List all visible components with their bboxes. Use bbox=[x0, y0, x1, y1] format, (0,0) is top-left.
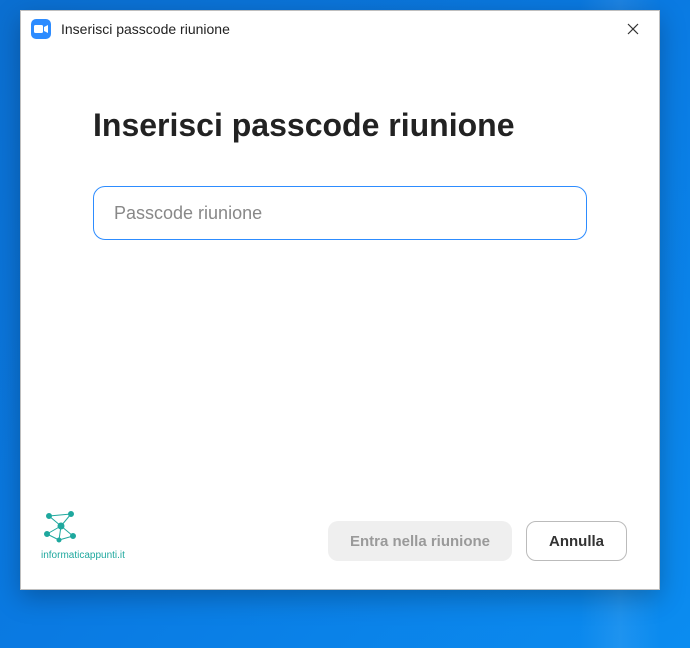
titlebar: Inserisci passcode riunione bbox=[21, 11, 659, 47]
close-button[interactable] bbox=[615, 11, 651, 47]
window-title: Inserisci passcode riunione bbox=[61, 21, 615, 37]
close-icon bbox=[627, 23, 639, 35]
passcode-dialog: Inserisci passcode riunione Inserisci pa… bbox=[20, 10, 660, 590]
page-heading: Inserisci passcode riunione bbox=[93, 107, 587, 144]
zoom-app-icon bbox=[31, 19, 51, 39]
dialog-footer: informaticappunti.it Entra nella riunion… bbox=[21, 506, 659, 589]
join-meeting-button[interactable]: Entra nella riunione bbox=[328, 521, 512, 561]
cancel-button[interactable]: Annulla bbox=[526, 521, 627, 561]
watermark: informaticappunti.it bbox=[41, 506, 314, 561]
passcode-input[interactable] bbox=[93, 186, 587, 240]
watermark-logo-icon bbox=[41, 506, 81, 546]
dialog-content: Inserisci passcode riunione bbox=[21, 47, 659, 506]
watermark-text: informaticappunti.it bbox=[41, 550, 125, 561]
